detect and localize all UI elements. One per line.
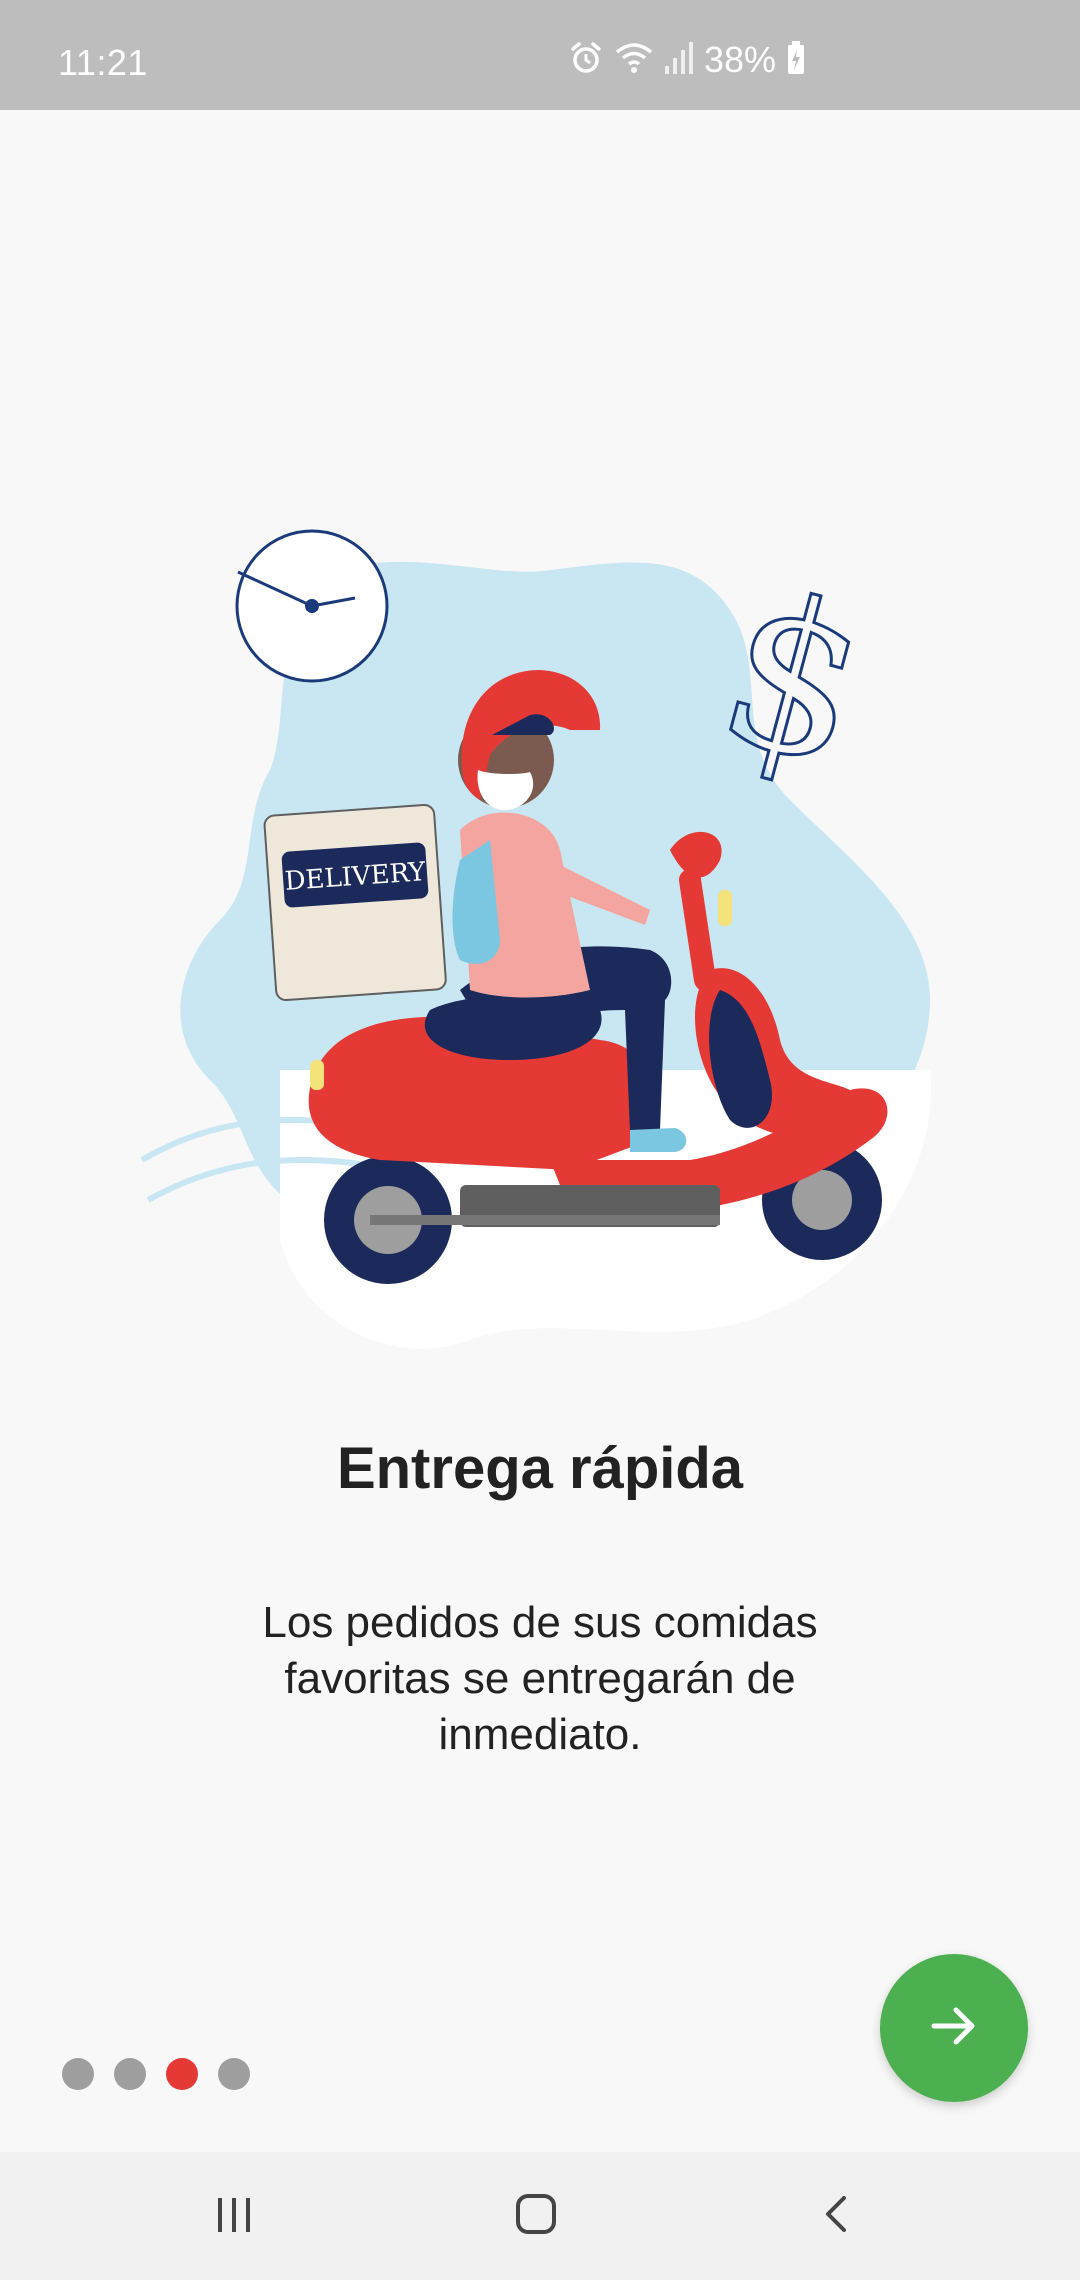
back-icon	[814, 2190, 862, 2243]
back-button[interactable]	[806, 2184, 870, 2248]
page-dot-3-active[interactable]	[166, 2058, 198, 2090]
recent-apps-button[interactable]	[202, 2184, 266, 2248]
page-dot-4[interactable]	[218, 2058, 250, 2090]
onboarding-description: Los pedidos de sus comidas favoritas se …	[262, 1598, 818, 1759]
arrow-right-icon	[926, 1998, 982, 2059]
recent-apps-icon	[210, 2190, 258, 2243]
page-indicator	[62, 2058, 250, 2090]
status-icons: 38%	[568, 39, 806, 81]
delivery-illustration: $ DELIVERY	[130, 520, 950, 1360]
home-button[interactable]	[504, 2184, 568, 2248]
wifi-icon	[614, 40, 654, 81]
svg-text:$: $	[698, 543, 890, 814]
status-bar: 11:21 38%	[0, 0, 1080, 110]
onboarding-title: Entrega rápida	[336, 1436, 744, 1501]
home-icon	[512, 2190, 560, 2243]
battery-percent: 38%	[704, 39, 777, 80]
signal-icon	[664, 40, 694, 81]
system-navigation-bar	[0, 2152, 1080, 2280]
alarm-icon	[568, 40, 604, 81]
battery-charging-icon	[786, 40, 806, 81]
page-dot-2[interactable]	[114, 2058, 146, 2090]
page-dot-1[interactable]	[62, 2058, 94, 2090]
status-time: 11:21	[58, 42, 148, 83]
next-button[interactable]	[880, 1954, 1028, 2102]
